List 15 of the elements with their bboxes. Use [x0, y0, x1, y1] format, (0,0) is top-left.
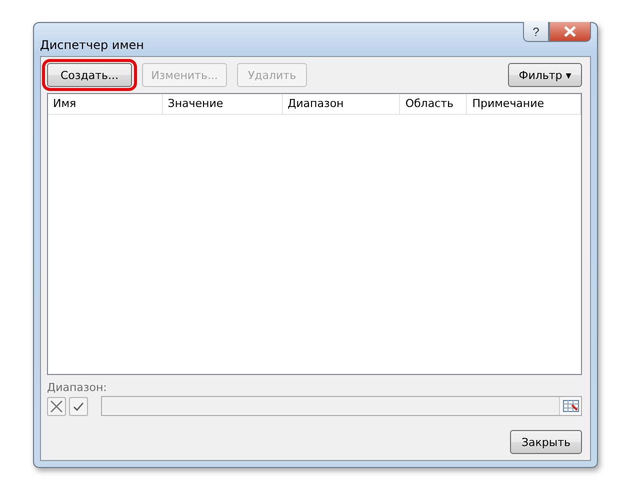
cancel-icon[interactable] — [47, 396, 66, 416]
check-icon[interactable] — [69, 396, 88, 416]
range-label: Диапазон: — [47, 381, 108, 394]
range-field[interactable] — [101, 396, 582, 416]
column-header[interactable]: Диапазон — [282, 94, 400, 114]
window-title: Диспетчер имен — [40, 38, 144, 52]
column-header[interactable]: Имя — [48, 94, 163, 114]
close-icon[interactable] — [549, 22, 591, 42]
range-picker-icon[interactable] — [559, 397, 581, 415]
filter-button[interactable]: Фильтр ▾ — [508, 63, 582, 87]
column-header[interactable]: Область — [400, 94, 468, 114]
close-button[interactable]: Закрыть — [510, 430, 582, 454]
column-header[interactable]: Значение — [162, 94, 283, 114]
help-button[interactable]: ? — [523, 22, 549, 42]
column-header[interactable]: Примечание — [467, 94, 581, 114]
